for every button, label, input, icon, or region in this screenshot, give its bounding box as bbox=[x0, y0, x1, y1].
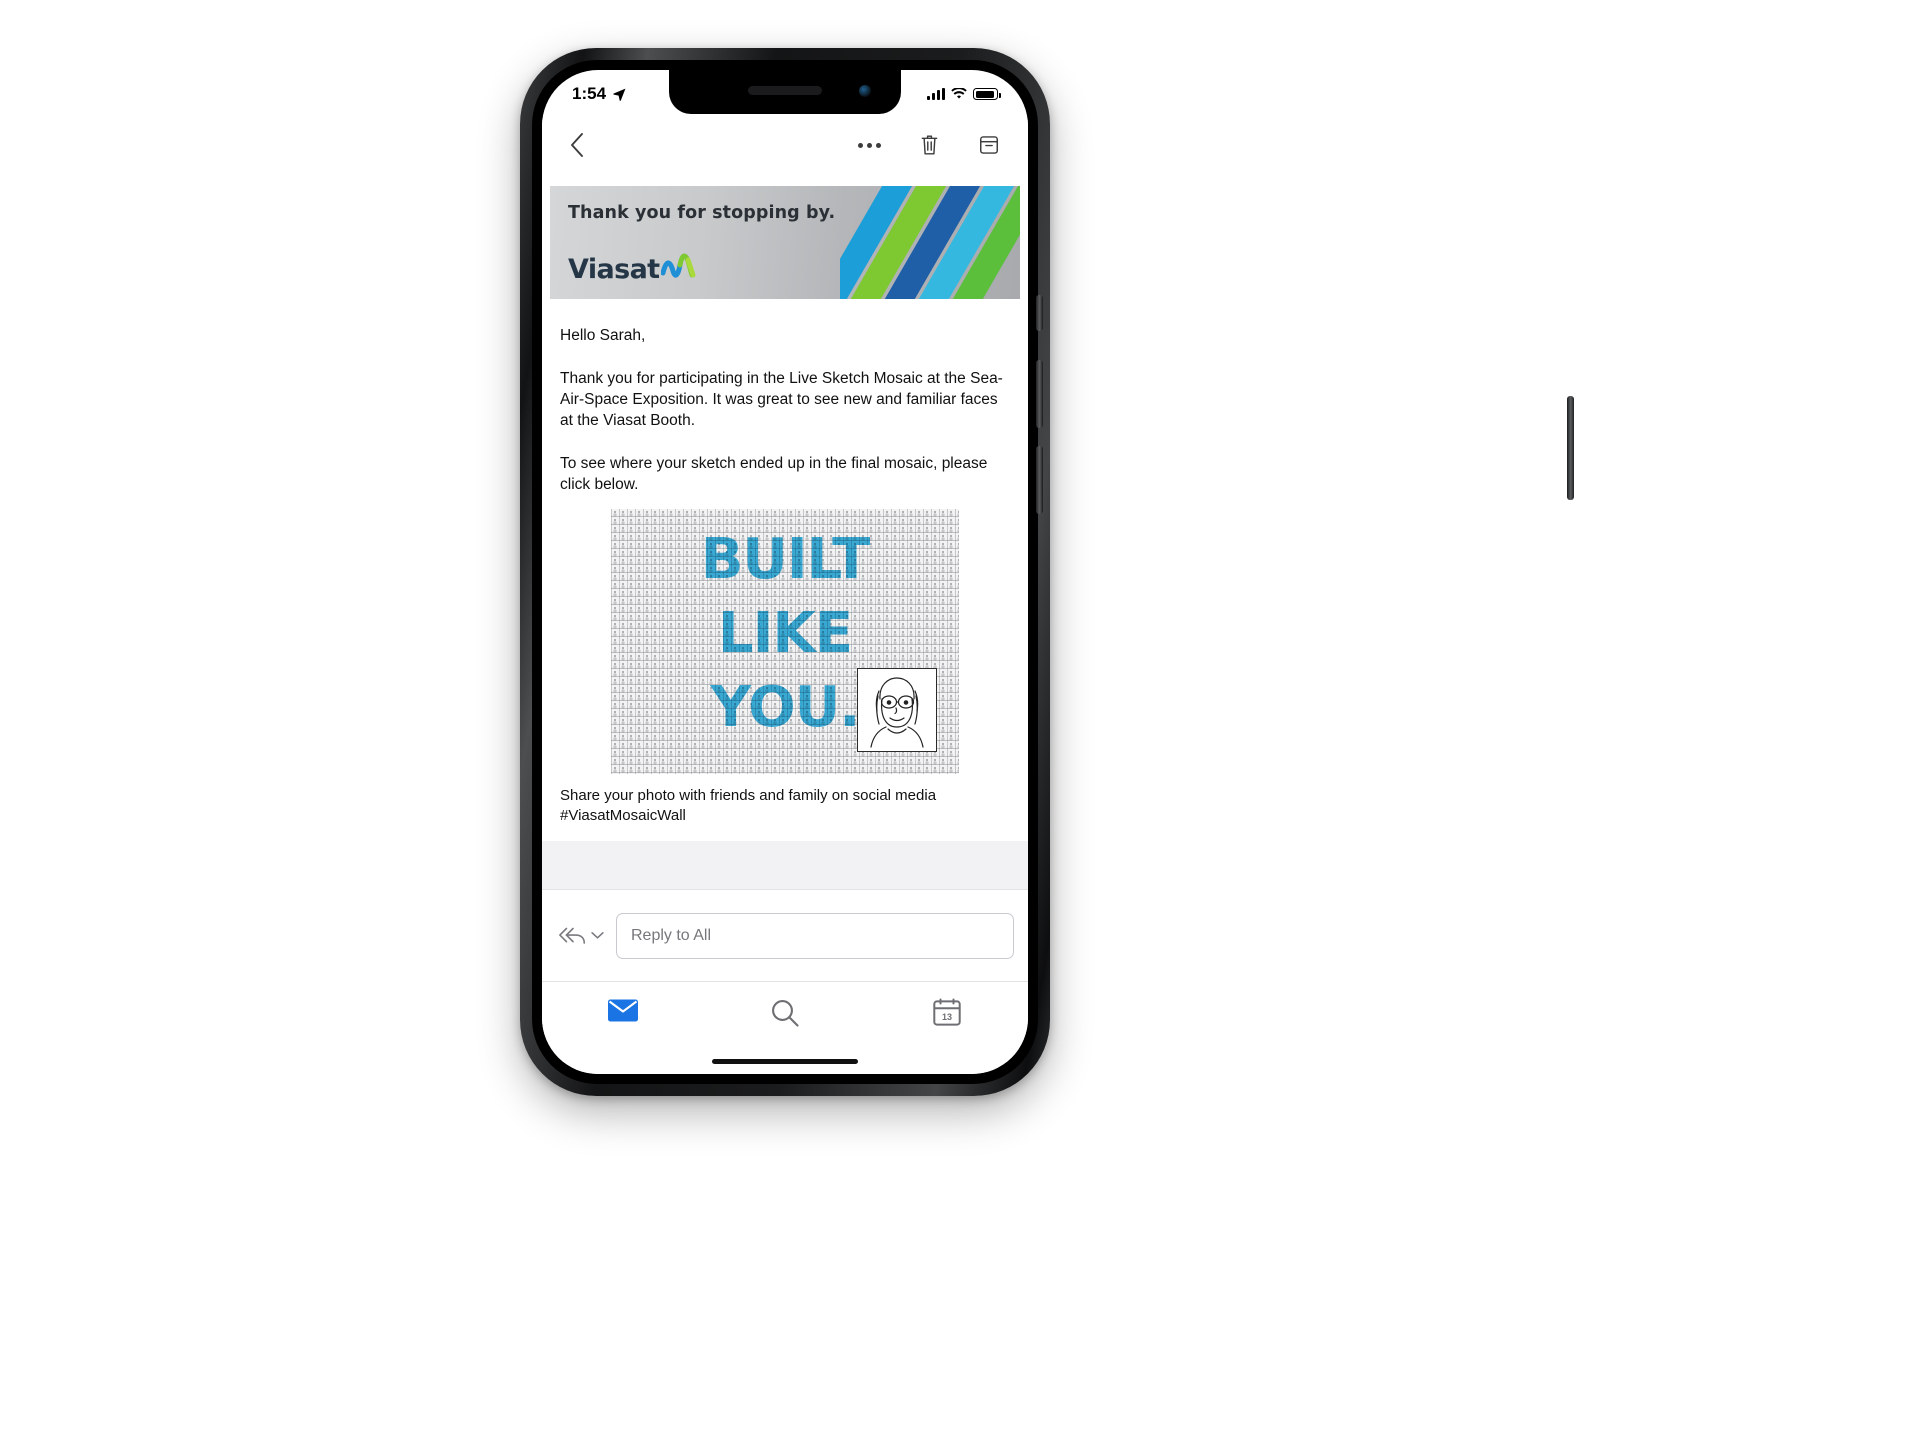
phone-screen: 1:54 Thank you for stopping by. Viasat H… bbox=[542, 70, 1028, 1074]
volume-up-button[interactable] bbox=[1036, 360, 1043, 428]
share-prompt: Share your photo with friends and family… bbox=[560, 786, 1010, 826]
device-notch bbox=[669, 70, 901, 114]
mosaic-image[interactable]: BUILT LIKE YOU. bbox=[611, 509, 959, 774]
reply-mode-selector[interactable] bbox=[556, 921, 606, 951]
earpiece-speaker bbox=[748, 86, 822, 95]
status-bar-left: 1:54 bbox=[572, 84, 627, 104]
email-greeting: Hello Sarah, bbox=[560, 327, 646, 344]
mosaic-line-1: BUILT bbox=[700, 527, 871, 592]
front-camera-icon bbox=[859, 85, 871, 97]
mosaic-line-2: LIKE bbox=[717, 601, 853, 666]
viasat-logo: Viasat bbox=[568, 251, 697, 285]
status-bar-right bbox=[927, 88, 1001, 100]
volume-down-button[interactable] bbox=[1036, 446, 1043, 514]
back-chevron-icon[interactable] bbox=[560, 128, 594, 162]
reply-input[interactable]: Reply to All bbox=[616, 912, 1014, 959]
share-prompt-line-1: Share your photo with friends and family… bbox=[560, 787, 937, 804]
archive-icon[interactable] bbox=[974, 130, 1004, 160]
tab-mail[interactable] bbox=[542, 998, 704, 1023]
home-indicator[interactable] bbox=[712, 1059, 858, 1064]
tab-calendar[interactable]: 13 bbox=[866, 998, 1028, 1026]
power-button[interactable] bbox=[1567, 396, 1574, 500]
mail-toolbar-actions bbox=[854, 130, 1010, 160]
location-arrow-icon bbox=[613, 88, 626, 101]
email-paragraph-2: To see where your sketch ended up in the… bbox=[560, 455, 988, 493]
tab-bar: 13 bbox=[542, 981, 1028, 1074]
chevron-down-icon bbox=[591, 932, 604, 939]
reply-bar: Reply to All bbox=[542, 889, 1028, 981]
trash-icon[interactable] bbox=[914, 130, 944, 160]
status-time: 1:54 bbox=[572, 84, 607, 103]
viasat-wordmark: Viasat bbox=[568, 254, 660, 285]
phone-device-frame: 1:54 Thank you for stopping by. Viasat H… bbox=[520, 48, 1574, 1096]
wifi-icon bbox=[951, 88, 967, 99]
battery-icon bbox=[973, 88, 1001, 100]
cellular-signal-icon bbox=[927, 88, 945, 100]
mail-icon bbox=[608, 999, 638, 1022]
mail-toolbar bbox=[542, 118, 1028, 172]
calendar-icon: 13 bbox=[933, 998, 961, 1026]
svg-text:13: 13 bbox=[942, 1012, 952, 1022]
viasat-mark-icon bbox=[660, 253, 695, 278]
email-paragraph-1: Thank you for participating in the Live … bbox=[560, 370, 1003, 429]
user-sketch-portrait bbox=[857, 668, 937, 752]
share-prompt-line-2: #ViasatMosaicWall bbox=[560, 807, 686, 824]
email-body-scroll[interactable]: Thank you for stopping by. Viasat Hello … bbox=[542, 172, 1028, 889]
viasat-banner: Thank you for stopping by. Viasat bbox=[550, 186, 1020, 299]
more-options-icon[interactable] bbox=[854, 130, 884, 160]
silent-switch-button[interactable] bbox=[1036, 295, 1043, 331]
reply-all-icon bbox=[559, 927, 586, 944]
search-icon bbox=[772, 1000, 799, 1027]
banner-tagline: Thank you for stopping by. bbox=[568, 203, 836, 223]
email-scroll-fade bbox=[542, 841, 1028, 889]
tab-search[interactable] bbox=[704, 998, 866, 1028]
banner-stripes bbox=[840, 186, 1020, 299]
sketch-face-drawing bbox=[870, 677, 924, 748]
